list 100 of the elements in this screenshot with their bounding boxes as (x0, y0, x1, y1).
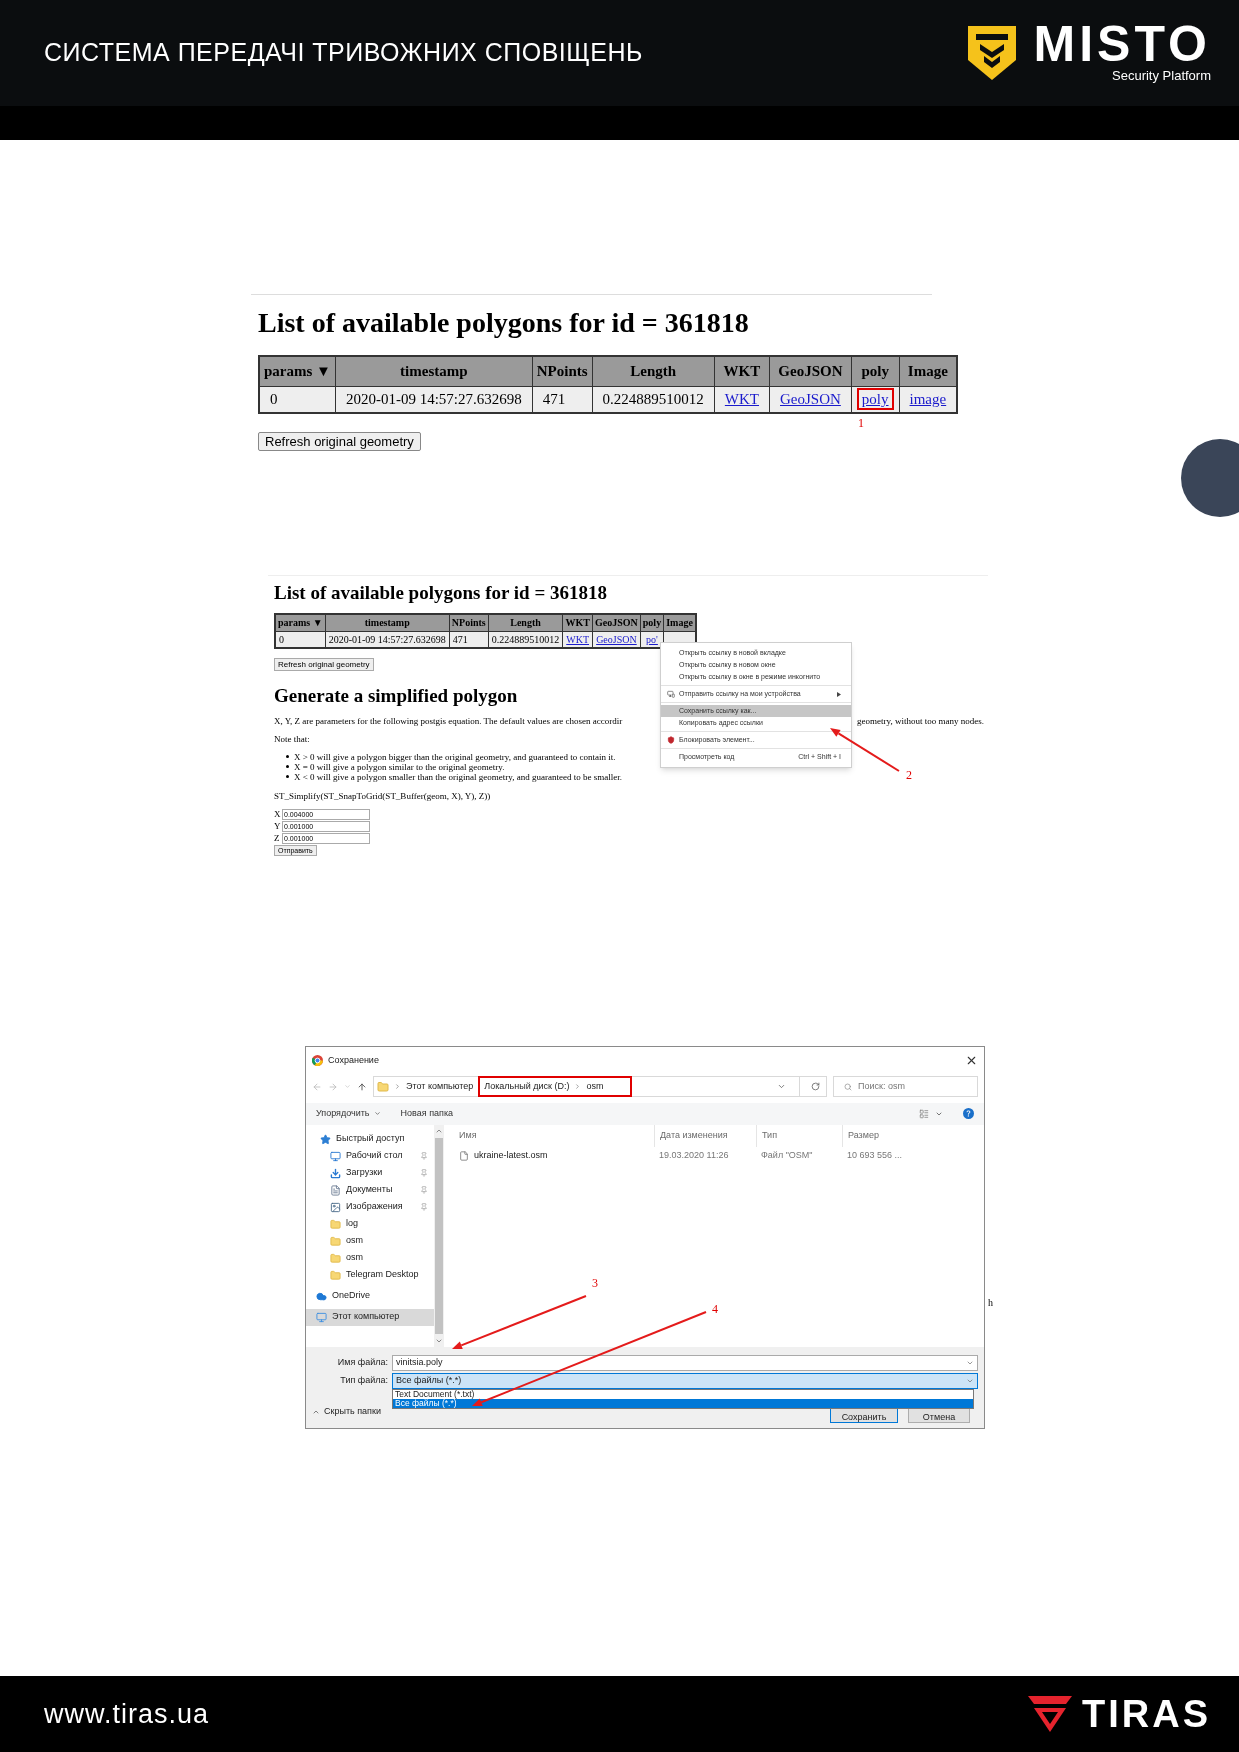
close-icon[interactable] (965, 1054, 978, 1067)
folder-icon (330, 1269, 341, 1281)
address-bar[interactable]: Этот компьютер Локальный диск (D:) osm (373, 1076, 827, 1097)
search-icon (844, 1082, 852, 1091)
field-label: Тип файла: (339, 1373, 389, 1387)
field-label: Z (274, 831, 280, 845)
refresh-button[interactable]: Refresh original geometry (258, 432, 421, 451)
shield-icon (666, 736, 675, 744)
devices-icon (666, 690, 675, 698)
file-cell-text: 19.03.2020 11:26 (659, 1148, 729, 1162)
breadcrumb-item[interactable]: Этот компьютер (406, 1079, 474, 1094)
brand-tagline: Security Platform (1112, 67, 1211, 85)
help-icon[interactable] (963, 1108, 974, 1119)
bullet-text: X < 0 will give a polygon smaller than the original geometry, and guaranteed to be smaller. (294, 771, 622, 782)
scrollbar[interactable] (434, 1124, 444, 1347)
formula-text: ST_Simplify(ST_SnapToGrid(ST_Buffer(geom, X), Y), Z)) (274, 789, 492, 802)
field-label: X (274, 807, 280, 821)
nav-item[interactable]: Рабочий стол (306, 1147, 434, 1165)
nav-item[interactable]: Документы (306, 1181, 434, 1199)
organize-button[interactable]: Упорядочить (316, 1106, 381, 1121)
nav-item[interactable]: osm (306, 1249, 434, 1267)
paragraph: X, Y, Z are parameters for the following postgis equation. The default values are chosen accordir (274, 714, 623, 727)
column-header: Image (899, 356, 958, 386)
section-heading: Generate a simplified polygon (274, 683, 518, 708)
nav-item-label: Telegram Desktop (346, 1268, 420, 1282)
column-header[interactable]: Имя (454, 1124, 654, 1147)
scrollbar-thumb[interactable] (435, 1137, 443, 1334)
nav-item[interactable]: Telegram Desktop (306, 1266, 434, 1284)
filename-field[interactable]: vinitsia.poly (392, 1354, 978, 1371)
search-placeholder: Поиск: osm (858, 1079, 905, 1093)
bullet-icon (286, 765, 289, 768)
bullet-icon (286, 775, 289, 778)
nav-item-label: Этот компьютер (332, 1310, 401, 1324)
nav-item-label: osm (346, 1251, 364, 1265)
column-header[interactable]: Размер (842, 1124, 898, 1147)
nav-item[interactable]: Этот компьютер (306, 1308, 434, 1326)
nav-item[interactable]: OneDrive (306, 1287, 434, 1305)
bullet-text: X > 0 will give a polygon bigger than the original geometry, and guaranteed to contain it. (294, 751, 616, 762)
view-icon[interactable] (919, 1108, 929, 1119)
back-icon[interactable] (312, 1081, 322, 1092)
folder-icon (377, 1080, 389, 1093)
list-option[interactable]: Все файлы (*.*) (393, 1398, 973, 1408)
column-header: GeoJSON (769, 356, 852, 386)
computer-icon (316, 1311, 327, 1323)
filetype-select[interactable]: Все файлы (*.*) (392, 1372, 978, 1389)
nav-item[interactable]: Изображения (306, 1198, 434, 1216)
search-field[interactable]: Поиск: osm (833, 1076, 978, 1097)
table-cell-text: 2020-01-09 14:57:27.632698 (328, 633, 446, 645)
new-folder-button[interactable]: Новая папка (400, 1106, 454, 1121)
dialog-title: Сохранение (328, 1053, 380, 1067)
annotation-number: 4 (712, 1301, 718, 1318)
column-header: WKT (562, 614, 593, 631)
refresh-button[interactable]: Refresh original geometry (274, 657, 374, 671)
refresh-icon[interactable] (811, 1082, 820, 1091)
table-cell-text: 2020-01-09 14:57:27.632698 (344, 390, 523, 409)
up-icon[interactable] (357, 1081, 367, 1092)
forward-icon[interactable] (328, 1081, 338, 1092)
nav-item[interactable]: log (306, 1215, 434, 1233)
field-label: Y (274, 819, 280, 833)
table-cell-text: 471 (452, 633, 468, 645)
nav-item-label: Быстрый доступ (336, 1132, 406, 1146)
column-header: WKT (714, 356, 770, 386)
column-header[interactable]: params ▼ (259, 356, 336, 386)
caret-icon (373, 1110, 381, 1117)
brand-name: TIRAS (1082, 1691, 1211, 1737)
page-title: СИСТЕМА ПЕРЕДАЧІ ТРИВОЖНИХ СПОВІЩЕНЬ (44, 37, 643, 69)
column-header[interactable]: params ▼ (275, 614, 326, 631)
paragraph: geometry, without too many nodes. (857, 714, 984, 727)
column-header[interactable]: Тип (756, 1124, 842, 1147)
column-header: GeoJSON (592, 614, 641, 631)
column-header: timestamp (335, 356, 533, 386)
submenu-arrow-icon (837, 691, 841, 697)
browser-icon (312, 1055, 323, 1066)
nav-item[interactable]: osm (306, 1232, 434, 1250)
page-heading: List of available polygons for id = 361818 (258, 306, 750, 340)
nav-item-label: log (346, 1217, 359, 1231)
list-option[interactable]: Text Document (*.txt) (393, 1389, 973, 1399)
filetype-value: Все файлы (*.*) (396, 1373, 463, 1387)
folder-icon (330, 1235, 341, 1247)
hide-folders-link[interactable]: Скрыть папки (324, 1405, 381, 1419)
table-cell-text: 0.224889510012 (491, 633, 560, 645)
column-header[interactable]: Дата изменения (654, 1124, 756, 1147)
breadcrumb-item[interactable]: osm (586, 1079, 604, 1094)
nav-item-label: Загрузки (346, 1166, 384, 1180)
table-cell-text: 0.224889510012 (601, 390, 705, 409)
nav-item[interactable]: Быстрый доступ (306, 1130, 434, 1148)
image-icon (330, 1201, 341, 1213)
annotation-number: 1 (858, 415, 864, 432)
annotation-number: 2 (906, 767, 912, 784)
star-icon (320, 1133, 331, 1145)
nav-item[interactable]: Загрузки (306, 1164, 434, 1182)
dropdown-caret-icon[interactable] (777, 1082, 786, 1091)
breadcrumb-item[interactable]: Локальный диск (D:) (484, 1079, 570, 1094)
website-link[interactable]: www.tiras.ua (44, 1693, 210, 1735)
file-cell-text: Файл "OSM" (761, 1148, 813, 1162)
file-icon (459, 1150, 469, 1161)
file-cell[interactable]: ukraine-latest.osm (474, 1148, 548, 1163)
column-header: Length (592, 356, 715, 386)
column-header: NPoints (532, 356, 593, 386)
table-link[interactable]: poly (856, 388, 894, 410)
